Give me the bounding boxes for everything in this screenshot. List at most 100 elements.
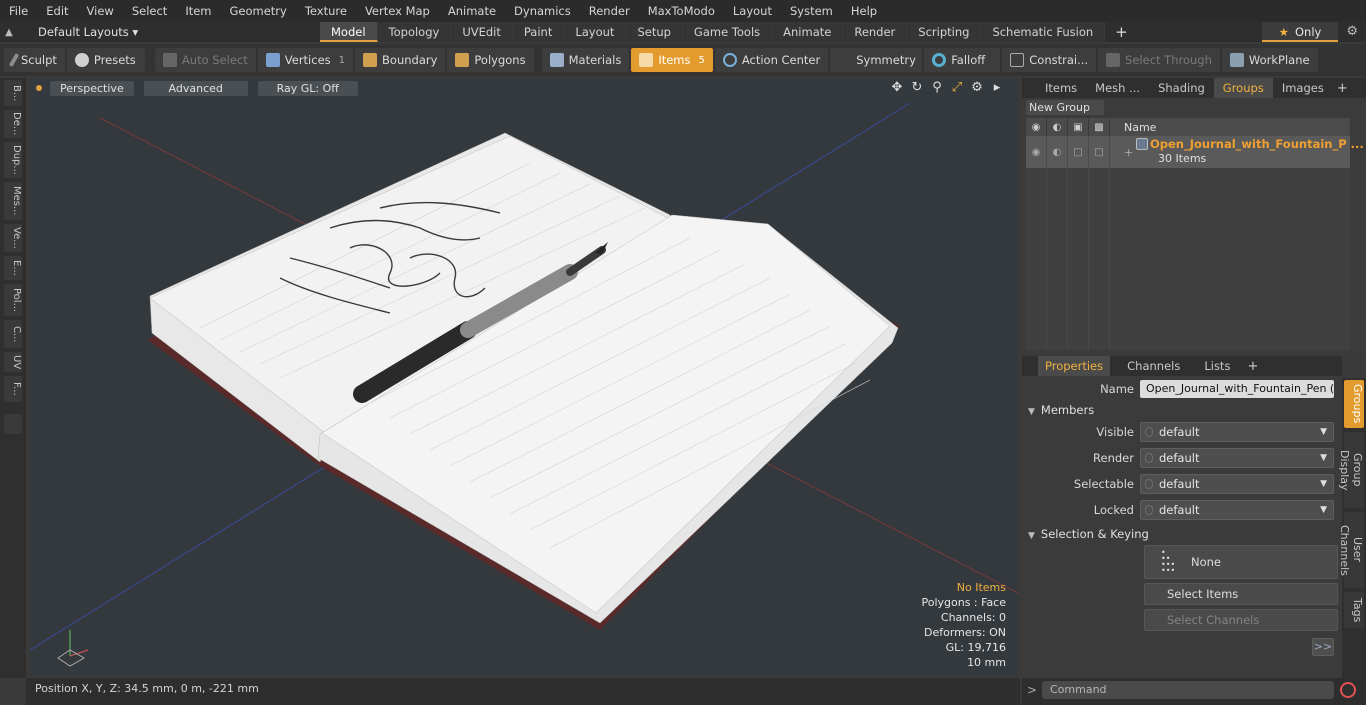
row-eye-icon[interactable]: ◉ bbox=[1026, 136, 1047, 168]
properties-tab-channels[interactable]: Channels bbox=[1120, 356, 1187, 376]
move-view-icon[interactable]: ✥ bbox=[890, 80, 904, 95]
constraints-button[interactable]: Constrai... bbox=[1002, 48, 1097, 72]
row-select-checkbox[interactable]: □ bbox=[1089, 136, 1110, 168]
viewport-3d[interactable]: Perspective Advanced Ray GL: Off ✥ ↻ ⚲ ⤢… bbox=[30, 78, 1018, 676]
row-lock-checkbox[interactable]: □ bbox=[1068, 136, 1089, 168]
maximize-view-icon[interactable]: ⤢ bbox=[950, 80, 964, 95]
group-row[interactable]: ◉ ◐ □ □ + Open_Journal_with_Fountain_P .… bbox=[1026, 136, 1364, 168]
menu-item-vertex-map[interactable]: Vertex Map bbox=[356, 0, 439, 22]
presets-button[interactable]: Presets bbox=[66, 48, 145, 72]
select-icon[interactable]: ▩ bbox=[1089, 118, 1110, 136]
add-tab-icon[interactable]: + bbox=[1105, 22, 1138, 42]
raygl-button[interactable]: Ray GL: Off bbox=[257, 80, 358, 96]
expand-button[interactable]: >> bbox=[1312, 638, 1334, 656]
side-tab-tags[interactable]: Tags bbox=[1344, 592, 1364, 628]
select-channels-button[interactable]: Select Channels bbox=[1144, 609, 1338, 631]
add-properties-tab-icon[interactable]: + bbox=[1247, 359, 1258, 374]
tab-animate[interactable]: Animate bbox=[772, 22, 844, 42]
vertices-button[interactable]: Vertices 1 bbox=[257, 48, 354, 72]
lock-icon[interactable]: ▣ bbox=[1068, 118, 1089, 136]
sculpt-button[interactable]: Sculpt bbox=[4, 48, 65, 72]
collapse-up-icon[interactable]: ▲ bbox=[0, 27, 18, 38]
only-toggle[interactable]: ★ Only bbox=[1262, 22, 1338, 42]
left-strip-toggle[interactable] bbox=[4, 414, 22, 434]
expand-plus-icon[interactable]: + bbox=[1124, 146, 1133, 159]
key-none-button[interactable]: • •• ••• ••• None bbox=[1144, 545, 1338, 579]
menu-item-maxtomodo[interactable]: MaxToModo bbox=[639, 0, 724, 22]
select-through-button[interactable]: Select Through bbox=[1098, 48, 1220, 72]
left-tab-1[interactable]: De... bbox=[4, 110, 22, 138]
tab-paint[interactable]: Paint bbox=[512, 22, 565, 42]
selection-keying-section[interactable]: ▼ Selection & Keying bbox=[1028, 525, 1328, 543]
groups-panel-tab-3[interactable]: Groups bbox=[1213, 78, 1273, 98]
play-icon[interactable]: ▸ bbox=[990, 80, 1004, 95]
properties-tab-lists[interactable]: Lists bbox=[1197, 356, 1237, 376]
tab-scripting[interactable]: Scripting bbox=[907, 22, 982, 42]
menu-item-help[interactable]: Help bbox=[842, 0, 886, 22]
tab-layout[interactable]: Layout bbox=[564, 22, 627, 42]
menu-item-layout[interactable]: Layout bbox=[724, 0, 781, 22]
menu-item-animate[interactable]: Animate bbox=[439, 0, 505, 22]
menu-item-texture[interactable]: Texture bbox=[296, 0, 356, 22]
eye-icon[interactable]: ◉ bbox=[1026, 118, 1047, 136]
render-icon[interactable]: ◐ bbox=[1047, 118, 1068, 136]
name-field[interactable]: Open_Journal_with_Fountain_Pen (3) bbox=[1140, 380, 1334, 398]
workplane-button[interactable]: WorkPlane bbox=[1221, 48, 1318, 72]
boundary-button[interactable]: Boundary bbox=[355, 48, 446, 72]
tab-topology[interactable]: Topology bbox=[377, 22, 452, 42]
symmetry-button[interactable]: Symmetry bbox=[830, 48, 923, 72]
menu-item-view[interactable]: View bbox=[78, 0, 123, 22]
items-button[interactable]: Items 5 bbox=[631, 48, 713, 72]
gear-icon[interactable]: ⚙ bbox=[1346, 22, 1358, 42]
menu-item-render[interactable]: Render bbox=[580, 0, 639, 22]
tab-schematic-fusion[interactable]: Schematic Fusion bbox=[981, 22, 1106, 42]
tab-model[interactable]: Model bbox=[320, 22, 378, 42]
materials-button[interactable]: Materials bbox=[541, 48, 630, 72]
left-tab-6[interactable]: Pol... bbox=[4, 284, 22, 316]
render-select[interactable]: default ▼ bbox=[1140, 448, 1334, 468]
selectable-select[interactable]: default ▼ bbox=[1140, 474, 1334, 494]
auto-select-button[interactable]: Auto Select bbox=[154, 48, 256, 72]
command-input[interactable]: Command bbox=[1042, 681, 1334, 699]
members-section[interactable]: ▼ Members bbox=[1028, 401, 1328, 419]
menu-item-file[interactable]: File bbox=[0, 0, 37, 22]
zoom-view-icon[interactable]: ⚲ bbox=[930, 80, 944, 95]
viewport-menu-dot[interactable] bbox=[36, 85, 42, 91]
groups-panel-tab-1[interactable]: Mesh ... bbox=[1086, 78, 1149, 98]
locked-select[interactable]: default ▼ bbox=[1140, 500, 1334, 520]
groups-panel-tab-2[interactable]: Shading bbox=[1149, 78, 1214, 98]
left-tab-2[interactable]: Dup... bbox=[4, 142, 22, 178]
add-panel-tab-icon[interactable]: + bbox=[1337, 81, 1348, 96]
polygons-button[interactable]: Polygons bbox=[447, 48, 534, 72]
menu-item-edit[interactable]: Edit bbox=[37, 0, 77, 22]
groups-panel-tab-4[interactable]: Images bbox=[1273, 78, 1333, 98]
falloff-button[interactable]: Falloff bbox=[924, 48, 1001, 72]
menu-item-dynamics[interactable]: Dynamics bbox=[505, 0, 580, 22]
row-render-icon[interactable]: ◐ bbox=[1047, 136, 1068, 168]
left-tab-3[interactable]: Mes... bbox=[4, 182, 22, 220]
rotate-view-icon[interactable]: ↻ bbox=[910, 80, 924, 95]
tab-game-tools[interactable]: Game Tools bbox=[682, 22, 773, 42]
action-center-button[interactable]: Action Center bbox=[714, 48, 829, 72]
menu-item-item[interactable]: Item bbox=[176, 0, 220, 22]
side-tab-user-channels[interactable]: User Channels bbox=[1338, 512, 1364, 588]
properties-tab-properties[interactable]: Properties bbox=[1038, 356, 1111, 376]
tab-uvedit[interactable]: UVEdit bbox=[451, 22, 513, 42]
new-group-button[interactable]: New Group bbox=[1026, 100, 1104, 115]
menu-item-geometry[interactable]: Geometry bbox=[221, 0, 296, 22]
viewport-gear-icon[interactable]: ⚙ bbox=[970, 80, 984, 95]
groups-panel-tab-0[interactable]: Items bbox=[1036, 78, 1086, 98]
side-tab-group-display[interactable]: Group Display bbox=[1338, 432, 1364, 508]
menu-item-system[interactable]: System bbox=[781, 0, 842, 22]
perspective-button[interactable]: Perspective bbox=[50, 80, 134, 96]
left-tab-9[interactable]: F... bbox=[4, 376, 22, 402]
tab-render[interactable]: Render bbox=[843, 22, 908, 42]
left-tab-4[interactable]: Ve... bbox=[4, 224, 22, 252]
left-tab-0[interactable]: B... bbox=[4, 80, 22, 106]
record-icon[interactable] bbox=[1340, 682, 1356, 698]
side-tab-groups[interactable]: Groups bbox=[1344, 380, 1364, 428]
menu-item-select[interactable]: Select bbox=[123, 0, 176, 22]
left-tab-8[interactable]: UV bbox=[4, 352, 22, 372]
visible-select[interactable]: default ▼ bbox=[1140, 422, 1334, 442]
advanced-button[interactable]: Advanced bbox=[143, 80, 248, 96]
